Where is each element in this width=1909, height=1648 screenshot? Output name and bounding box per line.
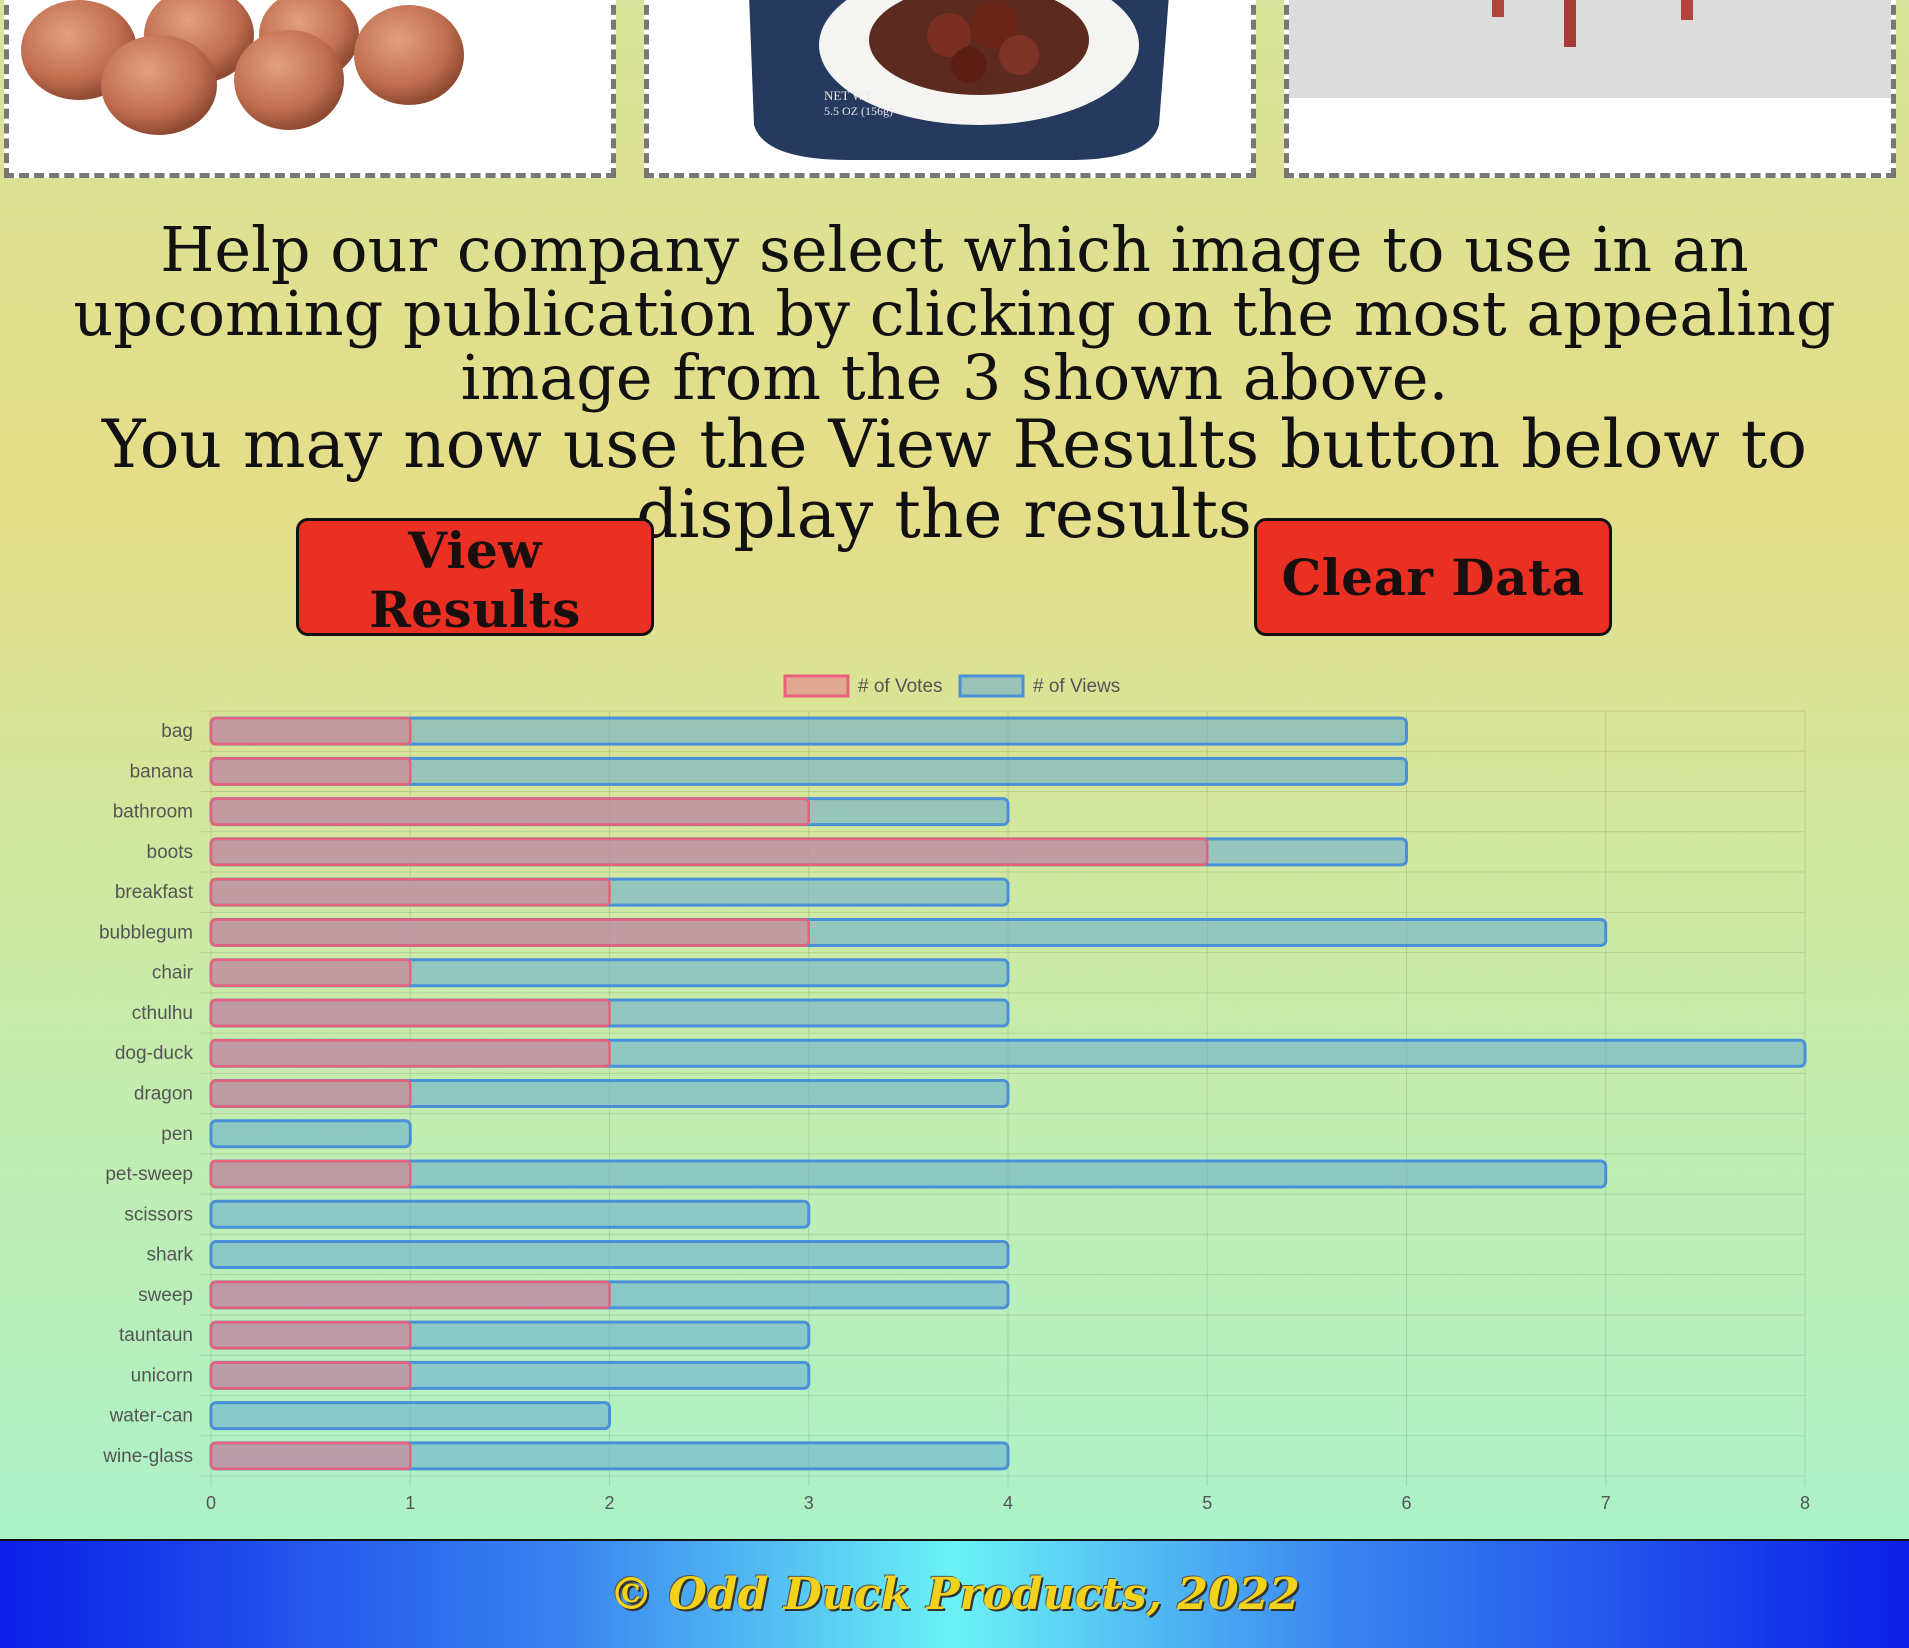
bar-views <box>209 1240 1010 1270</box>
can-label-amount: 5.5 OZ (156g) <box>824 104 893 118</box>
bar-votes <box>209 998 611 1028</box>
x-tick-label: 4 <box>1003 1493 1013 1513</box>
category-label: bag <box>161 721 193 742</box>
x-tick-label: 2 <box>604 1493 614 1513</box>
category-label: boots <box>147 842 193 863</box>
category-label: dragon <box>134 1084 193 1105</box>
product-image-bubblegum[interactable] <box>4 0 616 178</box>
x-tick-label: 8 <box>1800 1493 1810 1513</box>
canned-meatballs-picture: NET WT 5.5 OZ (156g) <box>749 0 1169 160</box>
category-label: bubblegum <box>99 922 193 943</box>
category-label: tauntaun <box>119 1325 193 1346</box>
category-label: pet-sweep <box>105 1164 193 1185</box>
bar-votes <box>209 877 611 907</box>
category-label: scissors <box>124 1204 193 1225</box>
bar-votes <box>209 1320 412 1350</box>
bar-views <box>209 1159 1608 1189</box>
bar-votes <box>209 1159 412 1189</box>
bar-votes <box>209 1361 412 1390</box>
category-label: breakfast <box>115 882 194 903</box>
bar-votes <box>209 958 412 987</box>
category-label: shark <box>147 1245 194 1266</box>
results-chart: # of Votes # of Views bag banana bathroom boo… <box>0 660 1909 1530</box>
bar-votes <box>209 837 1209 867</box>
category-label: bathroom <box>113 802 193 823</box>
bar-votes <box>209 918 810 947</box>
x-tick-label: 3 <box>804 1493 814 1513</box>
bubblegum-picture <box>21 0 464 135</box>
x-tick-label: 7 <box>1601 1493 1611 1513</box>
voting-instructions: Help our company select which image to u… <box>73 213 1836 414</box>
x-tick-label: 1 <box>405 1493 415 1513</box>
results-chart-svg: # of Votes # of Views bag banana bathroom boo… <box>99 674 1810 1513</box>
x-tick-label: 6 <box>1401 1493 1411 1513</box>
clear-data-button[interactable]: Clear Data <box>1254 518 1612 636</box>
x-tick-label: 0 <box>206 1493 216 1513</box>
bar-votes <box>209 716 412 746</box>
chair-picture <box>1289 0 1891 173</box>
bar-votes <box>209 1079 412 1108</box>
category-label: pen <box>161 1124 193 1145</box>
product-images: NET WT 5.5 OZ (156g) <box>0 0 1909 183</box>
legend-swatch <box>783 674 850 698</box>
copyright-text: © Odd Duck Products, 2022 <box>609 1569 1300 1620</box>
bar-votes <box>209 1280 611 1310</box>
bar-views <box>209 1119 412 1149</box>
bar-views <box>209 1401 611 1431</box>
category-label: unicorn <box>131 1365 193 1386</box>
category-label: water-can <box>109 1406 193 1427</box>
page-footer: © Odd Duck Products, 2022 <box>0 1539 1909 1648</box>
legend-swatch <box>958 674 1025 698</box>
legend-label: # of Views <box>1033 676 1120 697</box>
bar-votes <box>209 757 412 786</box>
category-label: wine-glass <box>102 1446 193 1467</box>
bar-votes <box>209 1038 611 1068</box>
category-label: banana <box>130 761 194 782</box>
product-image-dog-duck[interactable]: NET WT 5.5 OZ (156g) <box>644 0 1256 178</box>
category-label: cthulhu <box>132 1003 193 1024</box>
product-image-chair[interactable] <box>1284 0 1896 178</box>
category-label: dog-duck <box>115 1043 194 1064</box>
category-label: chair <box>152 963 194 984</box>
can-label-weight: NET WT <box>824 88 872 103</box>
bar-votes <box>209 797 810 826</box>
view-results-button[interactable]: View Results <box>296 518 654 639</box>
bar-votes <box>209 1441 412 1471</box>
results-available-message: You may now use the View Results button … <box>101 406 1808 553</box>
legend-label: # of Votes <box>858 676 943 697</box>
category-label: sweep <box>138 1285 193 1306</box>
x-tick-label: 5 <box>1202 1493 1212 1513</box>
bar-views <box>209 1199 811 1229</box>
